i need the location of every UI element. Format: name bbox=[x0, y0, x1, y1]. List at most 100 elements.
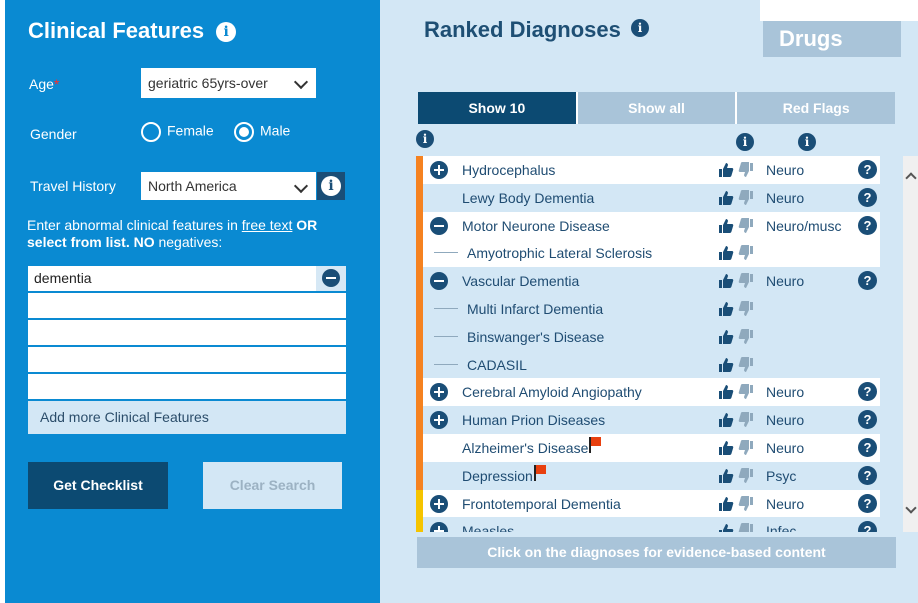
thumbs-up-icon[interactable] bbox=[718, 162, 734, 178]
diagnosis-row[interactable]: Amyotrophic Lateral Sclerosis bbox=[416, 239, 880, 268]
help-icon[interactable]: ? bbox=[858, 521, 877, 532]
scroll-up-icon[interactable] bbox=[905, 172, 917, 184]
help-icon[interactable]: ? bbox=[858, 382, 877, 402]
help-icon[interactable]: ? bbox=[858, 271, 877, 291]
diagnosis-row[interactable]: Human Prion Diseases Neuro? bbox=[416, 406, 880, 434]
diagnosis-name[interactable]: Lewy Body Dementia bbox=[462, 190, 594, 206]
clinical-feature-input-3[interactable] bbox=[28, 320, 346, 345]
thumbs-down-icon[interactable] bbox=[738, 384, 754, 400]
diagnosis-name[interactable]: Amyotrophic Lateral Sclerosis bbox=[467, 245, 652, 261]
scroll-down-icon[interactable] bbox=[905, 502, 917, 514]
diagnosis-name[interactable]: Measles bbox=[462, 523, 514, 532]
diagnosis-name[interactable]: Human Prion Diseases bbox=[462, 412, 605, 428]
info-icon[interactable]: i bbox=[798, 133, 816, 151]
info-icon[interactable]: i bbox=[216, 22, 237, 43]
diagnosis-name[interactable]: Frontotemporal Dementia bbox=[462, 496, 621, 512]
help-icon[interactable]: ? bbox=[858, 160, 877, 179]
tab-show-10[interactable]: Show 10 bbox=[418, 92, 576, 124]
diagnosis-row[interactable]: Alzheimer's Disease Neuro? bbox=[416, 433, 880, 462]
diagnosis-name[interactable]: Cerebral Amyloid Angiopathy bbox=[462, 384, 642, 400]
diagnosis-name[interactable]: Vascular Dementia bbox=[462, 273, 579, 289]
thumbs-down-icon[interactable] bbox=[738, 300, 754, 317]
gender-female-option[interactable]: Female bbox=[141, 122, 214, 142]
thumbs-down-icon[interactable] bbox=[738, 245, 754, 261]
diagnosis-name[interactable]: Multi Infarct Dementia bbox=[467, 301, 603, 317]
expand-plus-icon[interactable] bbox=[430, 522, 448, 532]
help-icon[interactable]: ? bbox=[858, 410, 877, 430]
diagnosis-row[interactable]: Cerebral Amyloid Angiopathy Neuro? bbox=[416, 378, 880, 407]
thumbs-down-icon[interactable] bbox=[738, 412, 754, 428]
expand-plus-icon[interactable] bbox=[430, 161, 448, 179]
clinical-feature-input-5[interactable] bbox=[28, 374, 346, 399]
thumbs-down-icon[interactable] bbox=[738, 189, 754, 206]
diagnosis-name[interactable]: Alzheimer's Disease bbox=[462, 436, 602, 456]
thumbs-up-icon[interactable] bbox=[718, 301, 734, 317]
diagnosis-name[interactable]: Binswanger's Disease bbox=[467, 329, 604, 345]
clinical-feature-input-2[interactable] bbox=[28, 293, 346, 318]
thumbs-up-icon[interactable] bbox=[718, 218, 734, 234]
add-more-features-button[interactable]: Add more Clinical Features bbox=[28, 401, 346, 434]
travel-info-button[interactable]: i bbox=[317, 172, 345, 200]
free-text-link[interactable]: free text bbox=[242, 217, 293, 233]
help-icon[interactable]: ? bbox=[858, 187, 877, 207]
help-icon[interactable]: ? bbox=[858, 465, 877, 485]
thumbs-down-icon[interactable] bbox=[738, 162, 754, 178]
remove-feature-button[interactable] bbox=[316, 266, 346, 291]
get-checklist-button[interactable]: Get Checklist bbox=[28, 462, 168, 509]
thumbs-up-icon[interactable] bbox=[718, 273, 734, 289]
diagnosis-row[interactable]: Multi Infarct Dementia bbox=[416, 294, 880, 323]
thumbs-up-icon[interactable] bbox=[718, 384, 734, 400]
tab-show-all[interactable]: Show all bbox=[575, 92, 736, 124]
diagnosis-row[interactable]: Binswanger's Disease bbox=[416, 322, 880, 351]
age-select[interactable]: geriatric 65yrs-over bbox=[141, 68, 316, 98]
clear-search-button[interactable]: Clear Search bbox=[203, 462, 342, 509]
diagnosis-row[interactable]: Measles Infec? bbox=[416, 517, 880, 532]
scrollbar[interactable] bbox=[903, 156, 918, 532]
gender-male-option[interactable]: Male bbox=[234, 122, 290, 142]
thumbs-up-icon[interactable] bbox=[718, 190, 734, 206]
evidence-content-banner[interactable]: Click on the diagnoses for evidence-base… bbox=[417, 537, 896, 568]
diagnosis-row[interactable]: Lewy Body Dementia Neuro? bbox=[416, 183, 880, 212]
radio-female[interactable] bbox=[141, 122, 161, 142]
thumbs-up-icon[interactable] bbox=[718, 440, 734, 456]
diagnosis-row[interactable]: Frontotemporal Dementia Neuro? bbox=[416, 489, 880, 518]
diagnosis-row[interactable]: Vascular Dementia Neuro? bbox=[416, 267, 880, 295]
thumbs-down-icon[interactable] bbox=[738, 273, 754, 289]
tab-red-flags[interactable]: Red Flags bbox=[735, 92, 896, 124]
thumbs-up-icon[interactable] bbox=[718, 496, 734, 512]
thumbs-down-icon[interactable] bbox=[738, 356, 754, 373]
expand-plus-icon[interactable] bbox=[430, 383, 448, 402]
thumbs-down-icon[interactable] bbox=[738, 495, 754, 512]
thumbs-down-icon[interactable] bbox=[738, 328, 754, 345]
thumbs-up-icon[interactable] bbox=[718, 245, 734, 261]
info-icon[interactable]: i bbox=[416, 130, 434, 148]
clinical-feature-input-1[interactable]: dementia bbox=[28, 266, 346, 291]
travel-history-select[interactable]: North America bbox=[141, 172, 316, 200]
thumbs-down-icon[interactable] bbox=[738, 217, 754, 234]
diagnosis-row[interactable]: Hydrocephalus Neuro? bbox=[416, 156, 880, 184]
diagnosis-name[interactable]: Motor Neurone Disease bbox=[462, 218, 610, 234]
thumbs-up-icon[interactable] bbox=[718, 468, 734, 484]
thumbs-down-icon[interactable] bbox=[738, 523, 754, 532]
diagnosis-row[interactable]: CADASIL bbox=[416, 350, 880, 379]
diagnosis-row[interactable]: Motor Neurone Disease Neuro/musc? bbox=[416, 211, 880, 240]
clinical-feature-input-4[interactable] bbox=[28, 347, 346, 372]
thumbs-up-icon[interactable] bbox=[718, 412, 734, 428]
diagnosis-name[interactable]: Hydrocephalus bbox=[462, 162, 555, 178]
expand-plus-icon[interactable] bbox=[430, 494, 448, 513]
diagnosis-name[interactable]: CADASIL bbox=[467, 357, 527, 373]
thumbs-up-icon[interactable] bbox=[718, 329, 734, 345]
thumbs-up-icon[interactable] bbox=[718, 357, 734, 373]
thumbs-down-icon[interactable] bbox=[738, 467, 754, 484]
help-icon[interactable]: ? bbox=[858, 493, 877, 513]
diagnosis-row[interactable]: Depression Psyc? bbox=[416, 461, 880, 490]
drugs-tab[interactable]: Drugs bbox=[763, 21, 901, 57]
thumbs-down-icon[interactable] bbox=[738, 439, 754, 456]
help-icon[interactable]: ? bbox=[858, 437, 877, 457]
info-icon[interactable]: i bbox=[630, 19, 649, 37]
collapse-minus-icon[interactable] bbox=[430, 272, 448, 291]
radio-male[interactable] bbox=[234, 122, 254, 142]
expand-plus-icon[interactable] bbox=[430, 411, 448, 430]
thumbs-up-icon[interactable] bbox=[718, 523, 734, 532]
help-icon[interactable]: ? bbox=[858, 215, 877, 235]
